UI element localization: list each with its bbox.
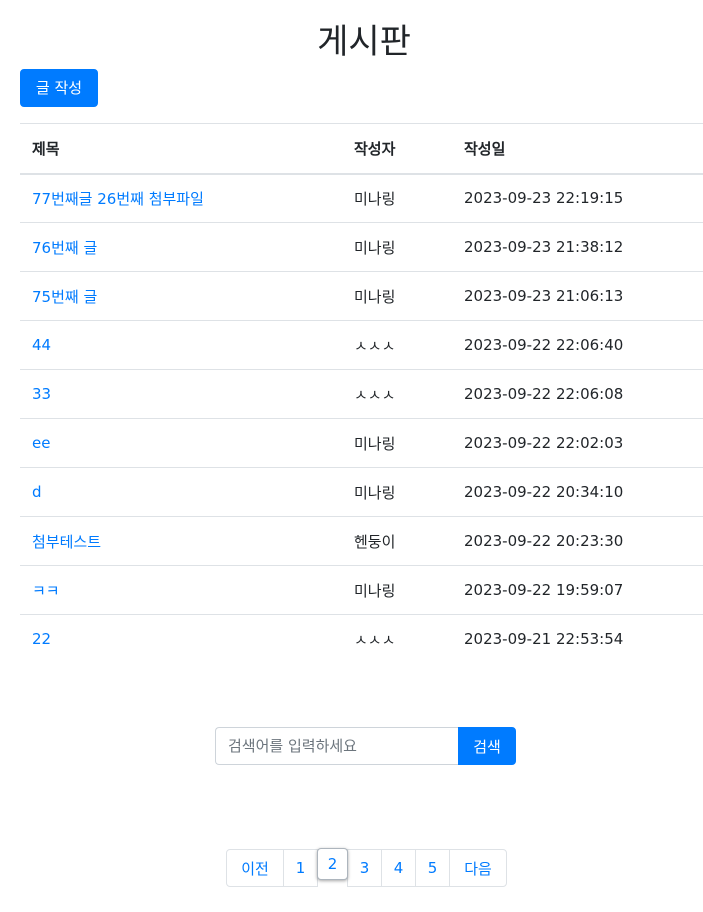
- post-title-link[interactable]: 첨부테스트: [32, 533, 101, 551]
- table-row: 44 ㅅㅅㅅ 2023-09-22 22:06:40: [20, 320, 703, 370]
- table-body: 77번째글 26번째 첨부파일 미나링 2023-09-23 22:19:15 …: [20, 173, 703, 664]
- post-title-cell: 첨부테스트: [20, 516, 342, 566]
- column-header-date: 작성일: [452, 123, 703, 175]
- post-writer-cell: 미나링: [342, 222, 452, 272]
- post-title-link[interactable]: 44: [32, 336, 51, 354]
- post-date-cell: 2023-09-23 22:19:15: [452, 173, 703, 223]
- pagination-page-5[interactable]: 5: [415, 849, 450, 887]
- post-title-link[interactable]: d: [32, 483, 42, 501]
- search-button[interactable]: 검색: [458, 727, 516, 765]
- table-row: 76번째 글 미나링 2023-09-23 21:38:12: [20, 222, 703, 272]
- post-date-cell: 2023-09-22 22:06:08: [452, 369, 703, 419]
- post-writer-cell: 미나링: [342, 467, 452, 517]
- post-title-link[interactable]: 33: [32, 385, 51, 403]
- post-writer-cell: 미나링: [342, 418, 452, 468]
- search-form: 검색: [215, 727, 516, 765]
- post-title-cell: ee: [20, 418, 342, 468]
- post-title-link[interactable]: ㅋㅋ: [32, 582, 60, 600]
- pagination-prev[interactable]: 이전: [226, 849, 284, 887]
- pagination-page-4[interactable]: 4: [381, 849, 416, 887]
- post-title-link[interactable]: 77번째글 26번째 첨부파일: [32, 190, 204, 208]
- post-title-cell: d: [20, 467, 342, 517]
- post-date-cell: 2023-09-22 20:34:10: [452, 467, 703, 517]
- post-writer-cell: 미나링: [342, 565, 452, 615]
- post-title-link[interactable]: ee: [32, 434, 50, 452]
- table-header: 제목 작성자 작성일: [20, 123, 703, 175]
- post-date-cell: 2023-09-23 21:06:13: [452, 271, 703, 321]
- table-row: 75번째 글 미나링 2023-09-23 21:06:13: [20, 271, 703, 321]
- post-title-cell: ㅋㅋ: [20, 565, 342, 615]
- post-title-cell: 76번째 글: [20, 222, 342, 272]
- post-writer-cell: ㅅㅅㅅ: [354, 630, 396, 649]
- post-title-link[interactable]: 75번째 글: [32, 288, 97, 306]
- post-date-cell: 2023-09-21 22:53:54: [464, 630, 624, 649]
- post-title-link[interactable]: 76번째 글: [32, 239, 97, 257]
- post-writer-cell: 헨둥이: [342, 516, 452, 566]
- post-writer-cell: ㅅㅅㅅ: [342, 369, 452, 419]
- post-date-cell: 2023-09-22 22:02:03: [452, 418, 703, 468]
- post-title-link[interactable]: 22: [32, 630, 51, 648]
- table-row: 77번째글 26번째 첨부파일 미나링 2023-09-23 22:19:15: [20, 173, 703, 223]
- pagination: 이전 1 2 3 4 5 다음: [226, 848, 507, 887]
- table-row: 22 ㅅㅅㅅ 2023-09-21 22:53:54: [20, 615, 703, 664]
- post-title-cell: 22: [20, 615, 342, 664]
- post-title-cell: 77번째글 26번째 첨부파일: [20, 173, 342, 223]
- table-row: ㅋㅋ 미나링 2023-09-22 19:59:07: [20, 565, 703, 615]
- post-title-cell: 75번째 글: [20, 271, 342, 321]
- table-row: ee 미나링 2023-09-22 22:02:03: [20, 418, 703, 468]
- post-writer-cell: ㅅㅅㅅ: [342, 320, 452, 370]
- pagination-page-3[interactable]: 3: [347, 849, 382, 887]
- post-date-cell: 2023-09-22 19:59:07: [452, 565, 703, 615]
- post-date-cell: 2023-09-22 22:06:40: [452, 320, 703, 370]
- post-title-cell: 44: [20, 320, 342, 370]
- post-date-cell: 2023-09-23 21:38:12: [452, 222, 703, 272]
- pagination-page-1[interactable]: 1: [283, 849, 318, 887]
- table-row: 첨부테스트 헨둥이 2023-09-22 20:23:30: [20, 516, 703, 566]
- pagination-page-2-active[interactable]: 2: [317, 848, 348, 880]
- table-header-row: 제목 작성자 작성일: [20, 123, 703, 175]
- table-row: d 미나링 2023-09-22 20:34:10: [20, 467, 703, 517]
- board-table: 제목 작성자 작성일 77번째글 26번째 첨부파일 미나링 2023-09-2…: [20, 123, 703, 664]
- search-input[interactable]: [215, 727, 458, 765]
- table-row: 33 ㅅㅅㅅ 2023-09-22 22:06:08: [20, 369, 703, 419]
- post-writer-cell: 미나링: [342, 271, 452, 321]
- board-page: 게시판 글 작성 제목 작성자 작성일 77번째글 26번째 첨부파일 미나링 …: [0, 0, 703, 912]
- post-date-cell: 2023-09-22 20:23:30: [452, 516, 703, 566]
- column-header-writer: 작성자: [342, 123, 452, 175]
- write-post-button[interactable]: 글 작성: [20, 69, 98, 107]
- page-title: 게시판: [317, 22, 411, 62]
- column-header-title: 제목: [20, 123, 342, 175]
- post-title-cell: 33: [20, 369, 342, 419]
- post-writer-cell: 미나링: [342, 173, 452, 223]
- pagination-next[interactable]: 다음: [449, 849, 507, 887]
